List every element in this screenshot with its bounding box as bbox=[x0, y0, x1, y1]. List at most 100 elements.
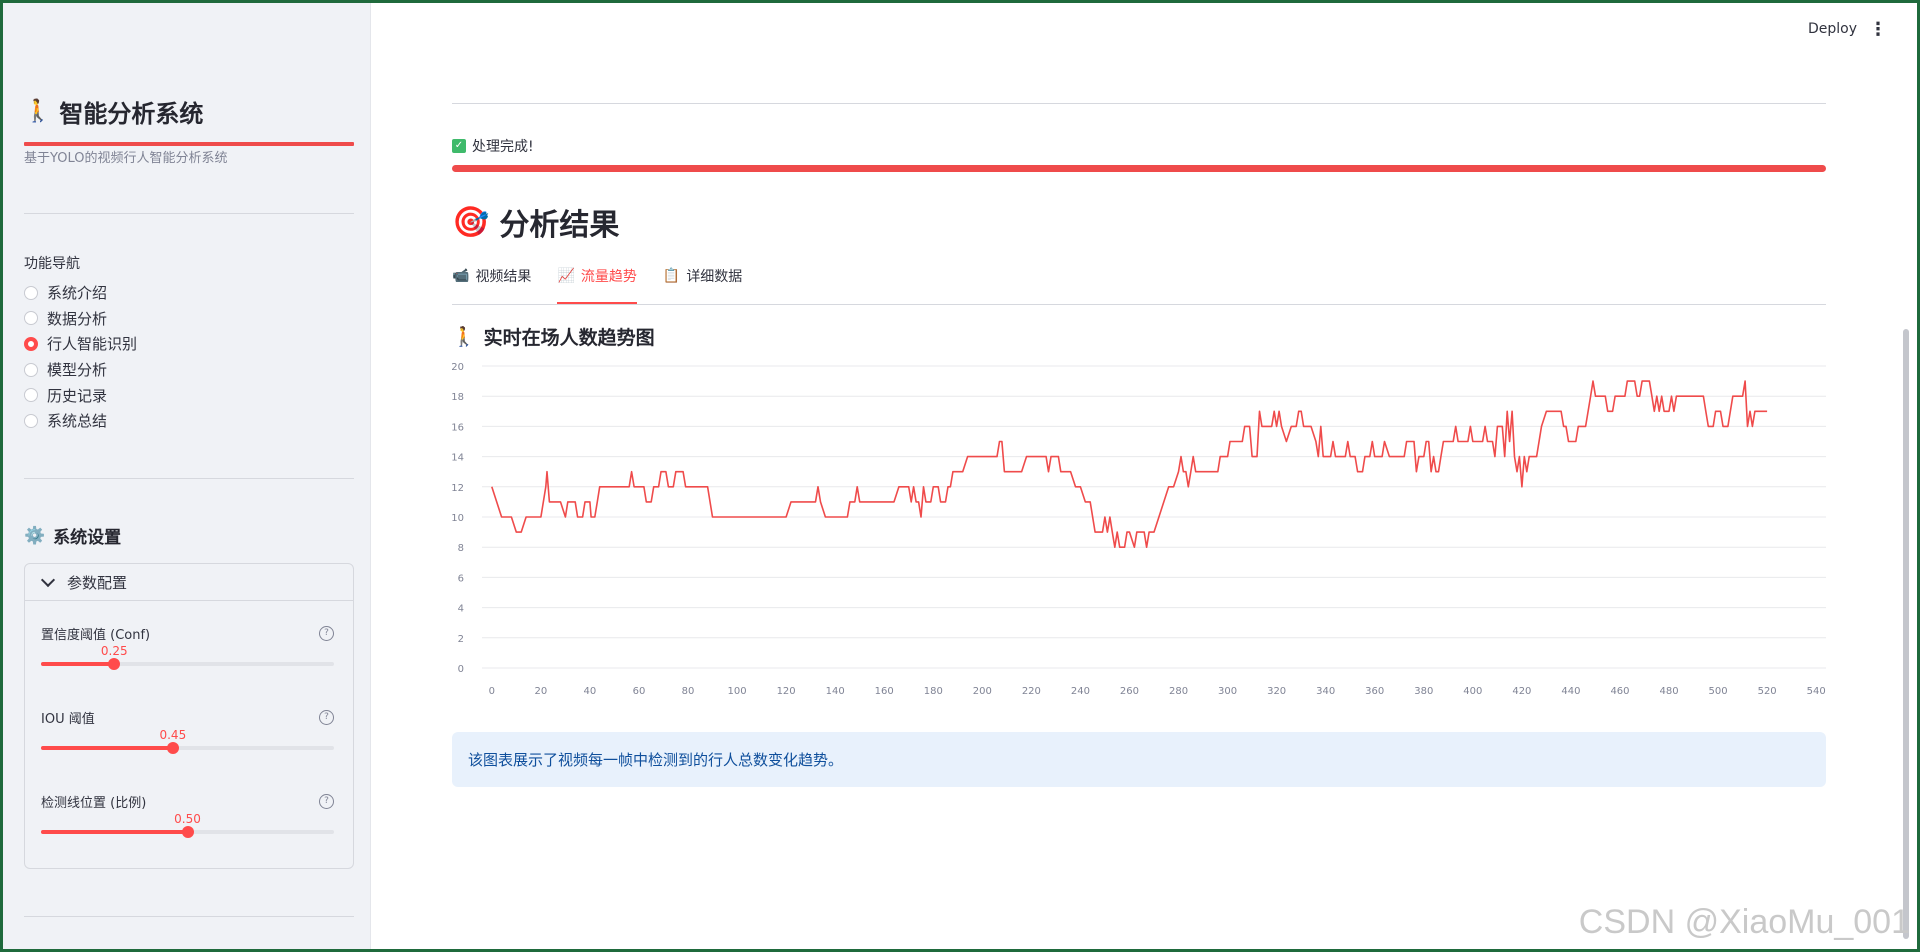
nav-radio-label: 数据分析 bbox=[47, 309, 108, 328]
scrollbar[interactable] bbox=[1903, 329, 1909, 939]
check-icon: ✓ bbox=[452, 139, 466, 153]
info-text: 该图表展示了视频每一帧中检测到的行人总数变化趋势。 bbox=[468, 751, 844, 769]
nav-radio-label: 行人智能识别 bbox=[47, 335, 138, 354]
tab-label: 详细数据 bbox=[686, 269, 743, 285]
status-text: 处理完成! bbox=[472, 139, 534, 155]
help-icon[interactable]: ? bbox=[319, 710, 334, 725]
tab-0[interactable]: 📹 视频结果 bbox=[452, 258, 531, 294]
tab-icon: 📹 bbox=[452, 268, 470, 284]
walking-person-icon: 🚶 bbox=[24, 98, 52, 124]
nav-radio-item[interactable]: 系统介绍 bbox=[24, 280, 354, 306]
more-menu-icon[interactable]: ⋮ bbox=[1869, 19, 1887, 40]
radio-dot-icon bbox=[24, 311, 38, 326]
slider: IOU 阈值? 0.45 bbox=[41, 708, 334, 758]
nav-radio-label: 系统总结 bbox=[47, 412, 108, 431]
x-tick-label: 120 bbox=[777, 686, 796, 697]
settings-title-text: 系统设置 bbox=[53, 528, 122, 548]
radio-dot-icon bbox=[24, 388, 38, 403]
slider-thumb[interactable] bbox=[181, 826, 194, 838]
slider-thumb[interactable] bbox=[108, 658, 121, 670]
nav-radio-item[interactable]: 数据分析 bbox=[24, 306, 354, 332]
x-tick-label: 160 bbox=[875, 686, 894, 697]
x-tick-label: 100 bbox=[728, 686, 747, 697]
y-tick-label: 18 bbox=[452, 392, 464, 403]
param-expander: 参数配置 置信度阈值 (Conf)? 0.25 IOU 阈值? 0.45 检测线位置 (… bbox=[24, 563, 354, 869]
walking-person-icon: 🚶 bbox=[452, 326, 476, 348]
nav-radio-item[interactable]: 历史记录 bbox=[24, 382, 354, 408]
nav-radio-label: 历史记录 bbox=[47, 386, 108, 405]
tab-icon: 📋 bbox=[662, 268, 681, 284]
slider-label: 置信度阈值 (Conf) bbox=[41, 628, 151, 643]
series-line bbox=[491, 380, 1768, 548]
app-subtitle: 基于YOLO的视频行人智能分析系统 bbox=[24, 151, 228, 166]
nav-radio-item[interactable]: 行人智能识别 bbox=[24, 331, 354, 357]
section-title-text: 分析结果 bbox=[499, 208, 620, 243]
section-title: 🎯 分析结果 bbox=[452, 200, 1826, 244]
x-tick-label: 80 bbox=[682, 686, 695, 697]
slider-value: 0.45 bbox=[159, 728, 187, 742]
slider-fill bbox=[41, 662, 115, 666]
y-tick-label: 2 bbox=[458, 634, 464, 645]
x-tick-label: 440 bbox=[1561, 686, 1580, 697]
progress-bar bbox=[452, 165, 1826, 172]
info-box: 该图表展示了视频每一帧中检测到的行人总数变化趋势。 bbox=[452, 732, 1826, 787]
x-tick-label: 20 bbox=[534, 686, 547, 697]
x-tick-label: 0 bbox=[489, 686, 495, 697]
x-tick-label: 500 bbox=[1709, 686, 1728, 697]
tab-label: 视频结果 bbox=[475, 269, 532, 285]
divider bbox=[24, 916, 354, 917]
settings-title: ⚙️ 系统设置 bbox=[24, 523, 354, 549]
nav-radio-item[interactable]: 模型分析 bbox=[24, 357, 354, 383]
radio-dot-icon bbox=[24, 285, 38, 300]
radio-dot-icon bbox=[24, 362, 38, 377]
slider-fill bbox=[41, 746, 173, 750]
x-tick-label: 140 bbox=[826, 686, 845, 697]
slider-value: 0.50 bbox=[174, 812, 201, 826]
tab-bar: 📹 视频结果 📈 流量趋势 📋 详细数据 bbox=[452, 258, 1826, 305]
expander-header[interactable]: 参数配置 bbox=[25, 564, 353, 601]
nav-radio-group: 系统介绍数据分析行人智能识别模型分析历史记录系统总结 bbox=[24, 280, 354, 434]
slider: 置信度阈值 (Conf)? 0.25 bbox=[41, 624, 334, 674]
y-tick-label: 4 bbox=[458, 604, 464, 615]
radio-dot-icon bbox=[24, 413, 38, 428]
divider bbox=[24, 213, 354, 214]
x-tick-label: 260 bbox=[1120, 686, 1139, 697]
y-tick-label: 12 bbox=[452, 483, 464, 494]
deploy-button[interactable]: Deploy bbox=[1808, 21, 1857, 37]
nav-radio-item[interactable]: 系统总结 bbox=[24, 408, 354, 434]
tab-1[interactable]: 📈 流量趋势 bbox=[557, 258, 638, 304]
tab-2[interactable]: 📋 详细数据 bbox=[663, 258, 742, 294]
divider bbox=[24, 478, 354, 479]
y-tick-label: 14 bbox=[452, 453, 464, 464]
x-tick-label: 240 bbox=[1071, 686, 1090, 697]
x-tick-label: 380 bbox=[1414, 686, 1433, 697]
x-tick-label: 40 bbox=[584, 686, 597, 697]
x-tick-label: 480 bbox=[1659, 686, 1678, 697]
divider bbox=[452, 103, 1826, 104]
x-tick-label: 400 bbox=[1463, 686, 1482, 697]
chart-title: 🚶 实时在场人数趋势图 bbox=[452, 323, 1826, 350]
slider-thumb[interactable] bbox=[166, 742, 179, 754]
y-tick-label: 10 bbox=[452, 513, 464, 524]
tab-label: 流量趋势 bbox=[580, 269, 637, 285]
y-tick-label: 16 bbox=[452, 422, 464, 433]
app-title: 🚶 智能分析系统 bbox=[24, 91, 354, 131]
y-tick-label: 20 bbox=[452, 362, 464, 373]
y-tick-label: 0 bbox=[458, 664, 464, 675]
x-tick-label: 220 bbox=[1022, 686, 1041, 697]
slider: 检测线位置 (比例)? 0.50 bbox=[41, 792, 334, 842]
tab-icon: 📈 bbox=[557, 268, 575, 284]
y-tick-label: 8 bbox=[458, 543, 464, 554]
x-tick-label: 280 bbox=[1169, 686, 1188, 697]
x-tick-label: 360 bbox=[1365, 686, 1384, 697]
gear-icon: ⚙️ bbox=[24, 525, 46, 546]
status-message: ✓ 处理完成! bbox=[452, 136, 1826, 156]
help-icon[interactable]: ? bbox=[319, 794, 334, 809]
app-title-text: 智能分析系统 bbox=[59, 99, 204, 128]
x-tick-label: 60 bbox=[633, 686, 646, 697]
line-chart-svg: 024681012141618200 20 40 60 80 100 120 140 160 18… bbox=[451, 362, 1826, 697]
nav-label: 功能导航 bbox=[24, 256, 80, 272]
x-tick-label: 200 bbox=[973, 686, 992, 697]
help-icon[interactable]: ? bbox=[319, 626, 334, 641]
slider-value: 0.25 bbox=[100, 644, 128, 658]
